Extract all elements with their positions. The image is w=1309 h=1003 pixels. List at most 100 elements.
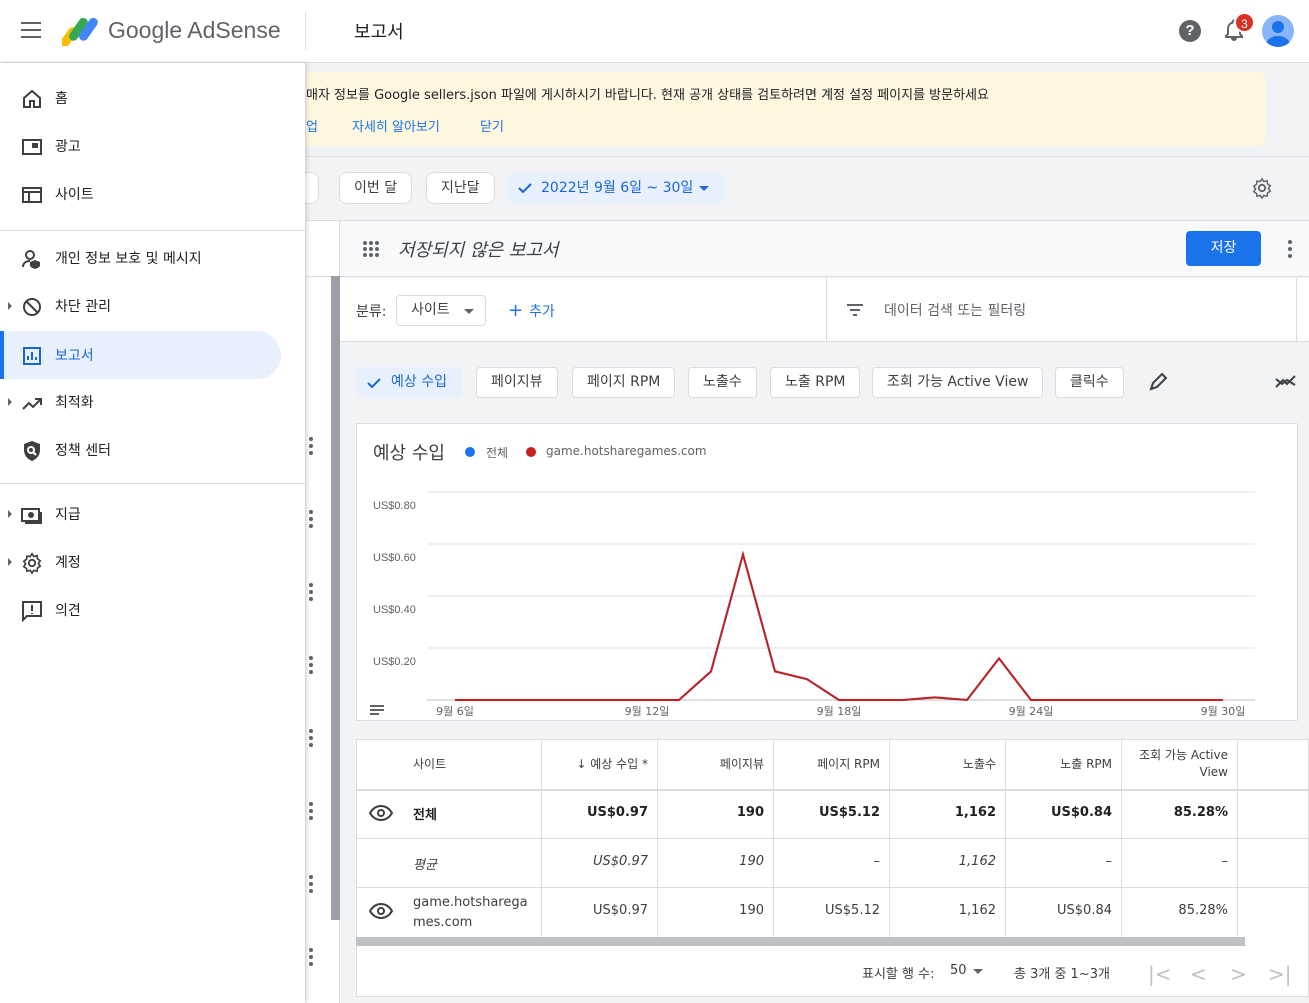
metric-chip-impression-rpm[interactable]: 노출 RPM (770, 367, 861, 398)
sidebar-item-home[interactable]: 홈 (0, 74, 281, 122)
chevron-down-icon (973, 969, 983, 974)
divider (1296, 278, 1297, 342)
column-header-pageviews[interactable]: 페이지뷰 (662, 755, 764, 772)
help-icon[interactable]: ? (1179, 20, 1201, 42)
date-range-picker[interactable]: 2022년 9월 6일 ~ 30일 (507, 172, 725, 204)
divider (826, 278, 827, 342)
horizontal-scrollbar[interactable] (356, 937, 1245, 946)
sidebar-item-privacy[interactable]: 개인 정보 보호 및 메시지 (0, 234, 281, 282)
series-line-total (455, 550, 1223, 702)
notification-badge: 3 (1234, 12, 1255, 33)
rows-per-page-select[interactable]: 50 (950, 963, 967, 978)
y-tick-label: US$0.80 (373, 500, 416, 512)
series-line-site (455, 550, 1223, 702)
sidebar-item-label: 정책 센터 (55, 443, 111, 459)
pagination-range: 총 3개 중 1~3개 (1014, 967, 1110, 982)
banner-link-learn-more[interactable]: 자세히 알아보기 (352, 116, 440, 135)
cell-pageviews: 190 (736, 805, 764, 820)
metric-chip-earnings[interactable]: 예상 수입 (356, 367, 462, 398)
check-icon (367, 378, 381, 389)
apps-grid-icon[interactable] (362, 240, 380, 258)
sidebar-item-label: 홈 (55, 91, 68, 107)
metric-chip-pageviews[interactable]: 페이지뷰 (476, 367, 558, 398)
add-label: 추가 (529, 304, 555, 320)
breakdown-select[interactable]: 사이트 (396, 295, 486, 326)
divider (773, 740, 774, 937)
metric-chip-clicks[interactable]: 클릭수 (1055, 367, 1124, 398)
sidebar-item-account[interactable]: 계정 (0, 538, 281, 586)
divider (889, 740, 890, 937)
more-icon[interactable] (309, 875, 313, 896)
column-header-page-rpm[interactable]: 페이지 RPM (778, 755, 880, 772)
previous-page-icon[interactable]: < (1190, 962, 1207, 986)
column-header-site[interactable]: 사이트 (413, 755, 446, 772)
sidebar-item-blocking[interactable]: 차단 관리 (0, 282, 281, 330)
first-page-icon[interactable]: |< (1148, 962, 1172, 986)
visibility-icon[interactable] (369, 903, 393, 919)
cell-site[interactable]: game.hotsharega mes.com (413, 893, 528, 933)
report-title[interactable]: 저장되지 않은 보고서 (398, 236, 558, 262)
divider (357, 887, 1309, 888)
home-icon (23, 89, 41, 108)
sidebar-item-policy-center[interactable]: 정책 센터 (0, 426, 281, 474)
divider (0, 230, 305, 231)
sidebar-item-feedback[interactable]: 의견 (0, 586, 281, 634)
check-icon (518, 183, 532, 194)
column-header-earnings[interactable]: ↓ 예상 수입 * (545, 755, 648, 772)
more-icon[interactable] (309, 510, 313, 531)
more-icon[interactable] (309, 729, 313, 750)
sidebar-item-optimize[interactable]: 최적화 (0, 378, 281, 426)
sidebar-item-sites[interactable]: 사이트 (0, 170, 281, 218)
divider (1121, 740, 1122, 937)
expand-arrow-icon (8, 510, 12, 518)
divider (306, 156, 1309, 157)
divider (1237, 740, 1238, 937)
column-header-impressions[interactable]: 노출수 (894, 755, 996, 772)
divider (541, 740, 542, 937)
filter-icon (847, 304, 863, 316)
filter-input[interactable]: 데이터 검색 또는 필터링 (884, 300, 1026, 320)
cell-site: 평균 (413, 858, 437, 873)
next-page-icon[interactable]: > (1230, 962, 1247, 986)
menu-icon[interactable] (21, 22, 41, 38)
banner-link-dismiss[interactable]: 닫기 (480, 116, 504, 135)
metric-chip-impressions[interactable]: 노출수 (688, 367, 757, 398)
sidebar-item-payments[interactable]: 지급 (0, 490, 281, 538)
edit-icon[interactable] (1148, 372, 1168, 392)
more-icon[interactable] (309, 802, 313, 823)
last-page-icon[interactable]: >| (1268, 962, 1292, 986)
add-breakdown-button[interactable]: + 추가 (508, 300, 555, 321)
save-button[interactable]: 저장 (1186, 231, 1261, 266)
banner-link-action[interactable]: 업 (306, 116, 318, 135)
chart-menu-icon[interactable] (370, 705, 384, 717)
more-icon[interactable] (309, 583, 313, 604)
sort-down-icon: ↓ (576, 757, 591, 771)
chevron-down-icon (464, 309, 474, 314)
more-icon[interactable] (309, 656, 313, 677)
date-chip-this-month[interactable]: 이번 달 (339, 172, 413, 204)
breakdown-value: 사이트 (411, 302, 450, 318)
metric-chip-active-view[interactable]: 조회 가능 Active View (872, 367, 1044, 398)
avatar[interactable] (1262, 15, 1294, 47)
sites-icon (22, 187, 42, 203)
visibility-icon[interactable] (369, 805, 393, 821)
brand-name: Google AdSense (108, 17, 281, 43)
divider (1005, 740, 1006, 937)
more-icon[interactable] (1288, 240, 1292, 261)
more-icon[interactable] (309, 437, 313, 458)
optimize-icon (22, 398, 42, 410)
gear-icon (22, 552, 42, 574)
date-chip-last-month[interactable]: 지난달 (426, 172, 495, 204)
metric-chip-page-rpm[interactable]: 페이지 RPM (572, 367, 676, 398)
column-header-impression-rpm[interactable]: 노출 RPM (1010, 755, 1112, 772)
column-header-active-view[interactable]: 조회 가능 Active View (1130, 747, 1228, 781)
settings-icon[interactable] (1251, 177, 1273, 199)
scrollbar[interactable] (331, 276, 340, 920)
sidebar-item-ads[interactable]: 광고 (0, 122, 281, 170)
sidebar-item-reports[interactable]: 보고서 (0, 331, 281, 379)
sidebar-item-label: 의견 (55, 603, 81, 619)
more-icon[interactable] (309, 948, 313, 969)
compare-icon[interactable] (1275, 373, 1297, 389)
cell-active-view: 85.28% (1173, 805, 1228, 820)
cell-page-rpm: – (873, 854, 881, 869)
